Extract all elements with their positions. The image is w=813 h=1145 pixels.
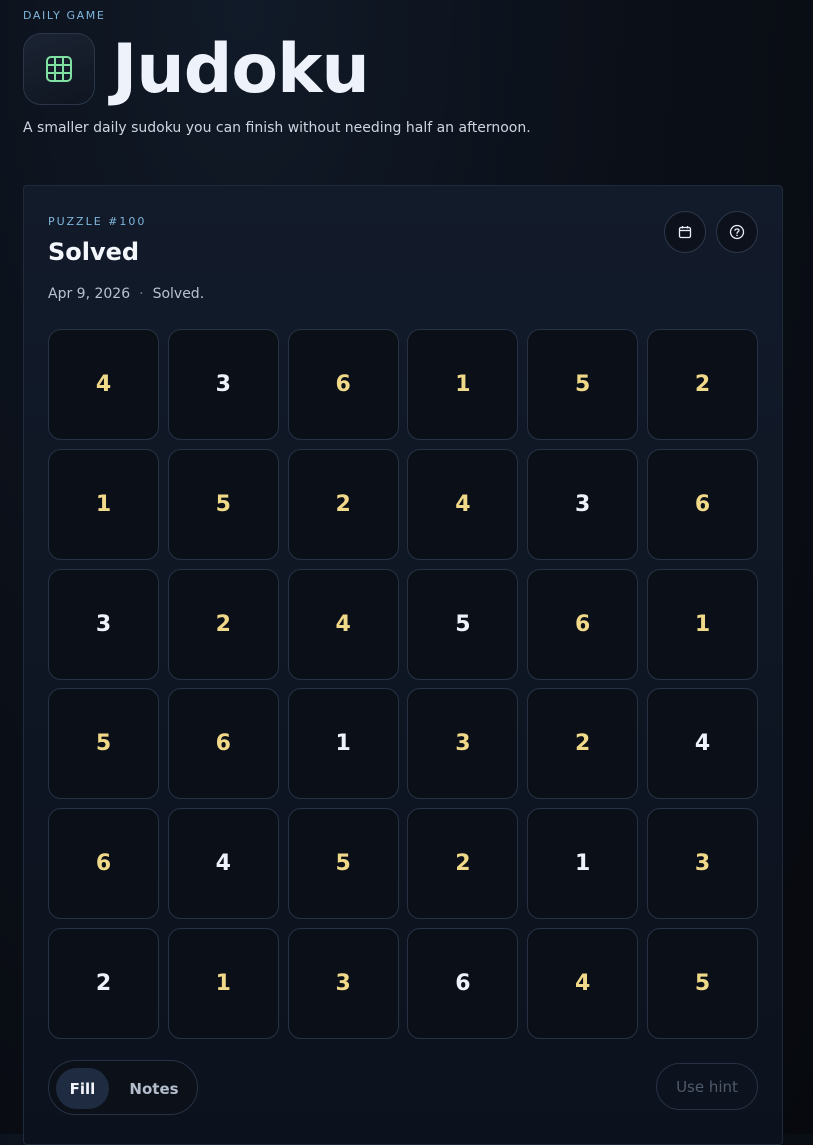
grid-cell[interactable]: 6: [167, 688, 279, 800]
grid-cell[interactable]: 1: [287, 688, 399, 800]
grid-cell[interactable]: 3: [407, 688, 519, 800]
grid-cell[interactable]: 5: [646, 927, 758, 1039]
calendar-icon: [678, 226, 692, 239]
fill-mode-button[interactable]: Fill: [56, 1068, 109, 1109]
grid-cell[interactable]: 6: [48, 808, 159, 920]
grid-cell[interactable]: 2: [287, 448, 399, 560]
grid-cell[interactable]: 2: [407, 808, 519, 920]
app-subtitle: A smaller daily sudoku you can finish wi…: [23, 120, 531, 136]
grid-cell[interactable]: 4: [167, 808, 279, 920]
grid-cell[interactable]: 4: [407, 448, 519, 560]
grid-cell[interactable]: 5: [287, 808, 399, 920]
notes-mode-button[interactable]: Notes: [115, 1068, 193, 1109]
separator-dot: ·: [139, 286, 144, 302]
grid-cell[interactable]: 4: [527, 927, 639, 1039]
puzzle-card: PUZZLE #100 Solved Apr 9, 2026 · Solved. 4…: [23, 185, 783, 1145]
grid-cell[interactable]: 1: [167, 927, 279, 1039]
puzzle-meta: Apr 9, 2026 · Solved.: [48, 286, 204, 302]
puzzle-status-note: Solved.: [152, 286, 205, 302]
grid-cell[interactable]: 5: [407, 568, 519, 680]
grid-cell[interactable]: 1: [407, 329, 519, 440]
use-hint-button[interactable]: Use hint: [656, 1063, 758, 1110]
grid-cell[interactable]: 2: [48, 927, 159, 1039]
grid-cell[interactable]: 1: [48, 448, 159, 560]
grid-cell[interactable]: 3: [167, 329, 279, 440]
mode-toggle: Fill Notes: [48, 1060, 198, 1115]
grid-cell[interactable]: 6: [527, 568, 639, 680]
grid-cell[interactable]: 1: [646, 568, 758, 680]
app-title: Judoku: [112, 30, 370, 109]
puzzle-date: Apr 9, 2026: [48, 286, 131, 302]
grid-cell[interactable]: 2: [167, 568, 279, 680]
grid-cell[interactable]: 6: [407, 927, 519, 1039]
grid-cell[interactable]: 5: [167, 448, 279, 560]
calendar-button[interactable]: [664, 211, 706, 253]
app-logo: [23, 33, 95, 105]
eyebrow-label: DAILY GAME: [23, 9, 106, 22]
grid-cell[interactable]: 4: [646, 688, 758, 800]
grid-cell[interactable]: 2: [527, 688, 639, 800]
grid-cell[interactable]: 3: [48, 568, 159, 680]
puzzle-label: PUZZLE #100: [48, 215, 147, 228]
grid-cell[interactable]: 3: [646, 808, 758, 920]
grid-cell[interactable]: 4: [48, 329, 159, 440]
puzzle-status-title: Solved: [48, 238, 140, 266]
grid-cell[interactable]: 3: [287, 927, 399, 1039]
help-button[interactable]: [716, 211, 758, 253]
help-icon: [729, 224, 745, 240]
grid-cell[interactable]: 1: [527, 808, 639, 920]
sudoku-grid: 436152152436324561561324645213213645: [48, 329, 758, 1039]
grid-cell[interactable]: 6: [646, 448, 758, 560]
grid-cell[interactable]: 2: [646, 329, 758, 440]
grid-cell[interactable]: 4: [287, 568, 399, 680]
grid-cell[interactable]: 5: [527, 329, 639, 440]
grid-icon: [46, 56, 72, 82]
grid-cell[interactable]: 6: [287, 329, 399, 440]
grid-cell[interactable]: 5: [48, 688, 159, 800]
grid-cell[interactable]: 3: [527, 448, 639, 560]
